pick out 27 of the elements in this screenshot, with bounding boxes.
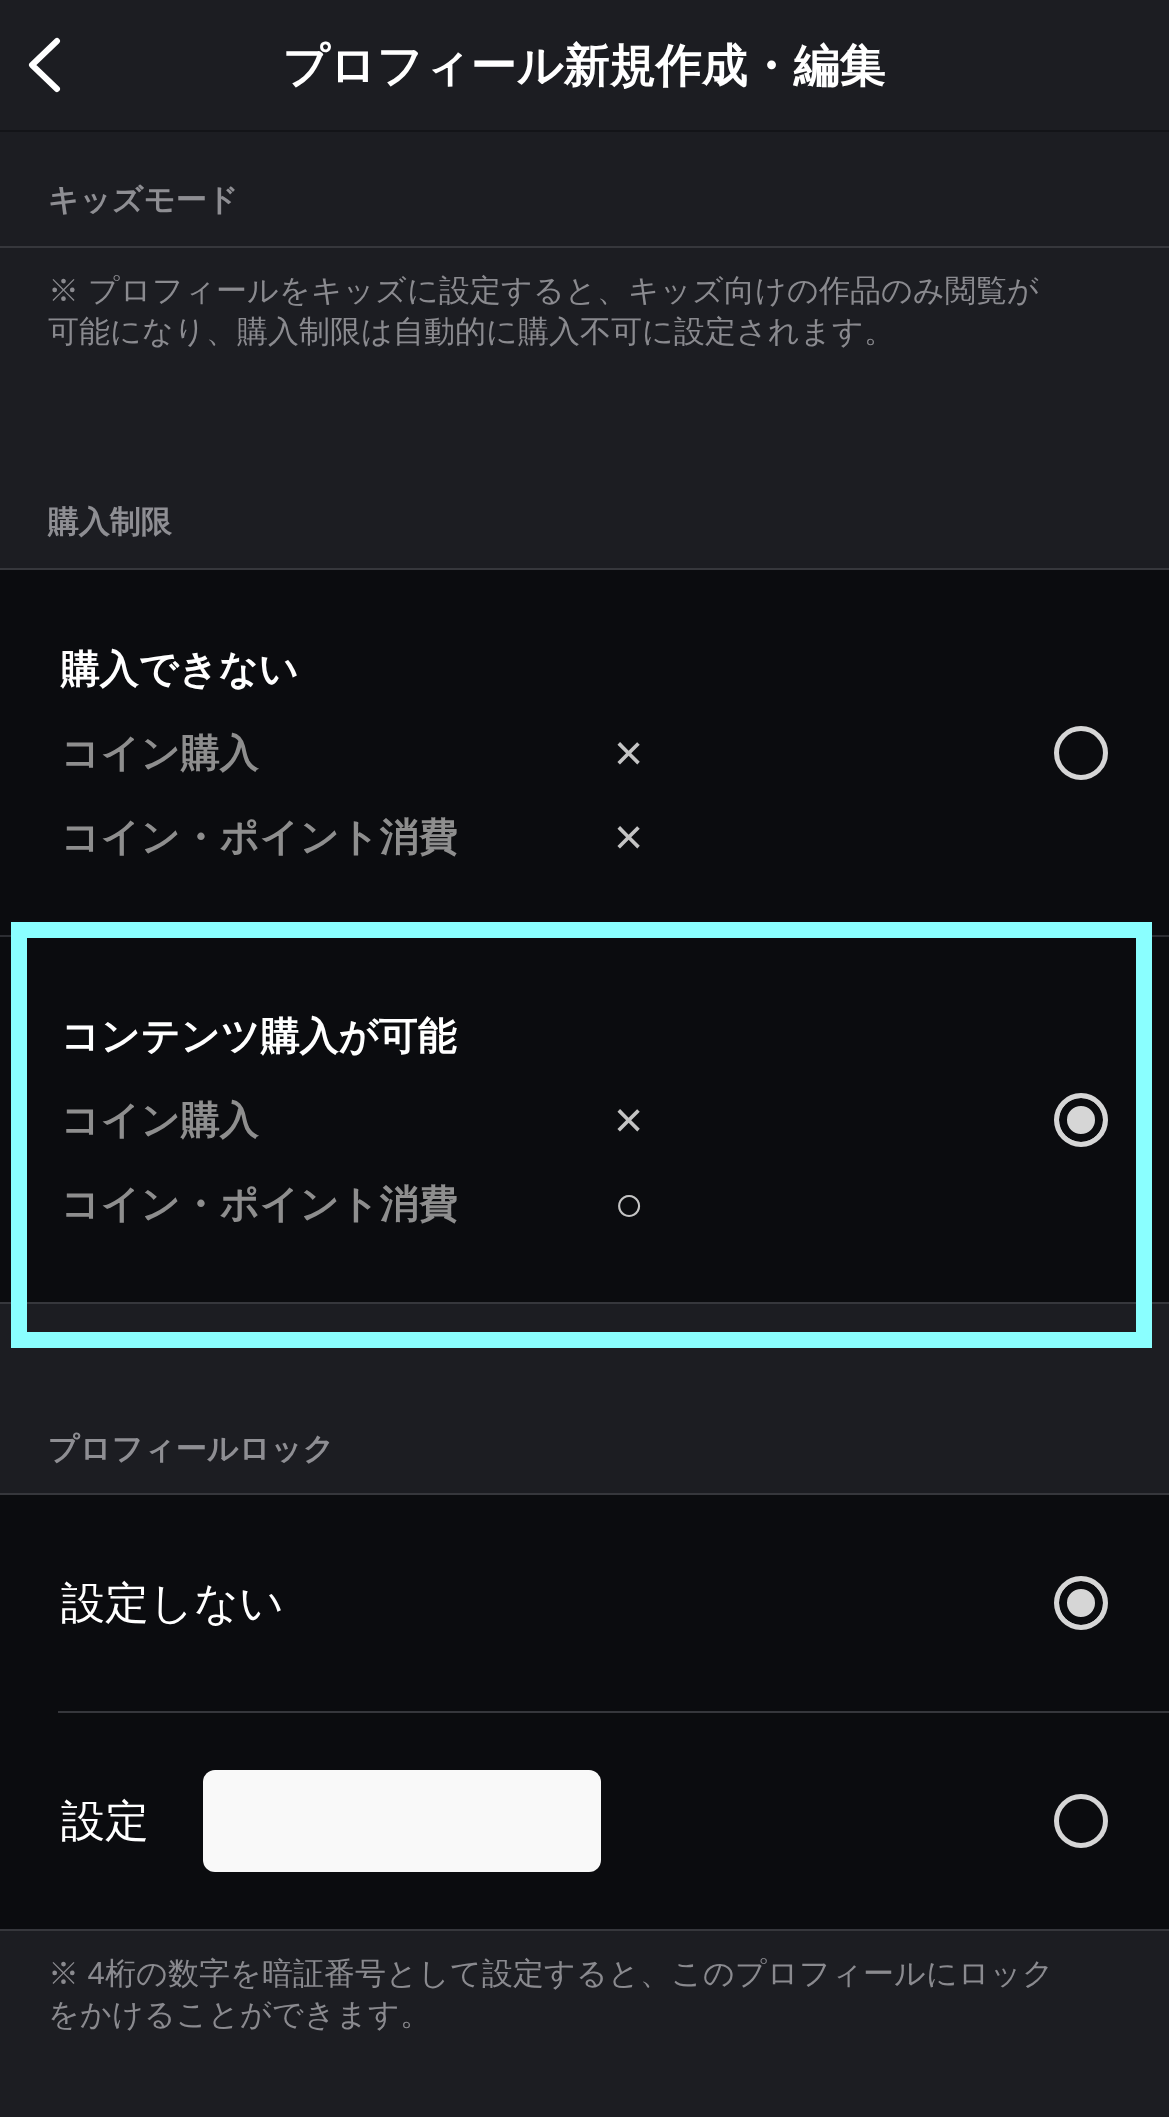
section-heading: プロフィールロック	[48, 1430, 336, 1468]
option-title: コンテンツ購入が可能	[61, 1013, 458, 1059]
pin-input-field[interactable]	[203, 1770, 601, 1872]
note-text: ※ プロフィールをキッズに設定すると、キッズ向けの作品のみ閲覧が可能になり、購入制限は自動的に購入不可に設定されます。	[48, 272, 1040, 351]
availability-mark: ○	[614, 1177, 645, 1231]
note-text: ※ 4桁の数字を暗証番号として設定すると、このプロフィールにロックをかけることができます。	[48, 1955, 1055, 2034]
option-label: 設定	[61, 1795, 150, 1847]
option-label: 設定しない	[61, 1577, 284, 1629]
option-label: コイン・ポイント消費	[61, 1181, 459, 1227]
availability-mark: ×	[614, 726, 644, 780]
purchase-option[interactable]: コンテンツ購入が可能 コイン購入 × コイン・ポイント消費 ○	[0, 935, 1169, 1302]
availability-mark: ×	[614, 1093, 644, 1147]
radio-button[interactable]	[1054, 726, 1108, 780]
radio-button[interactable]	[1054, 1093, 1108, 1147]
back-button[interactable]	[26, 37, 62, 93]
back-icon	[26, 37, 62, 93]
section-heading: 購入制限	[48, 503, 173, 541]
option-title: 購入できない	[61, 646, 300, 692]
radio-button[interactable]	[1054, 1794, 1108, 1848]
purchase-option[interactable]: 購入できない コイン購入 × コイン・ポイント消費 ×	[0, 570, 1169, 935]
option-label: コイン購入	[61, 730, 260, 776]
availability-mark: ×	[614, 810, 644, 864]
page-title: プロフィール新規作成・編集	[283, 38, 886, 93]
radio-button[interactable]	[1054, 1576, 1108, 1630]
option-label: コイン・ポイント消費	[61, 814, 459, 860]
option-label: コイン購入	[61, 1097, 260, 1143]
section-heading: キッズモード	[48, 181, 240, 219]
